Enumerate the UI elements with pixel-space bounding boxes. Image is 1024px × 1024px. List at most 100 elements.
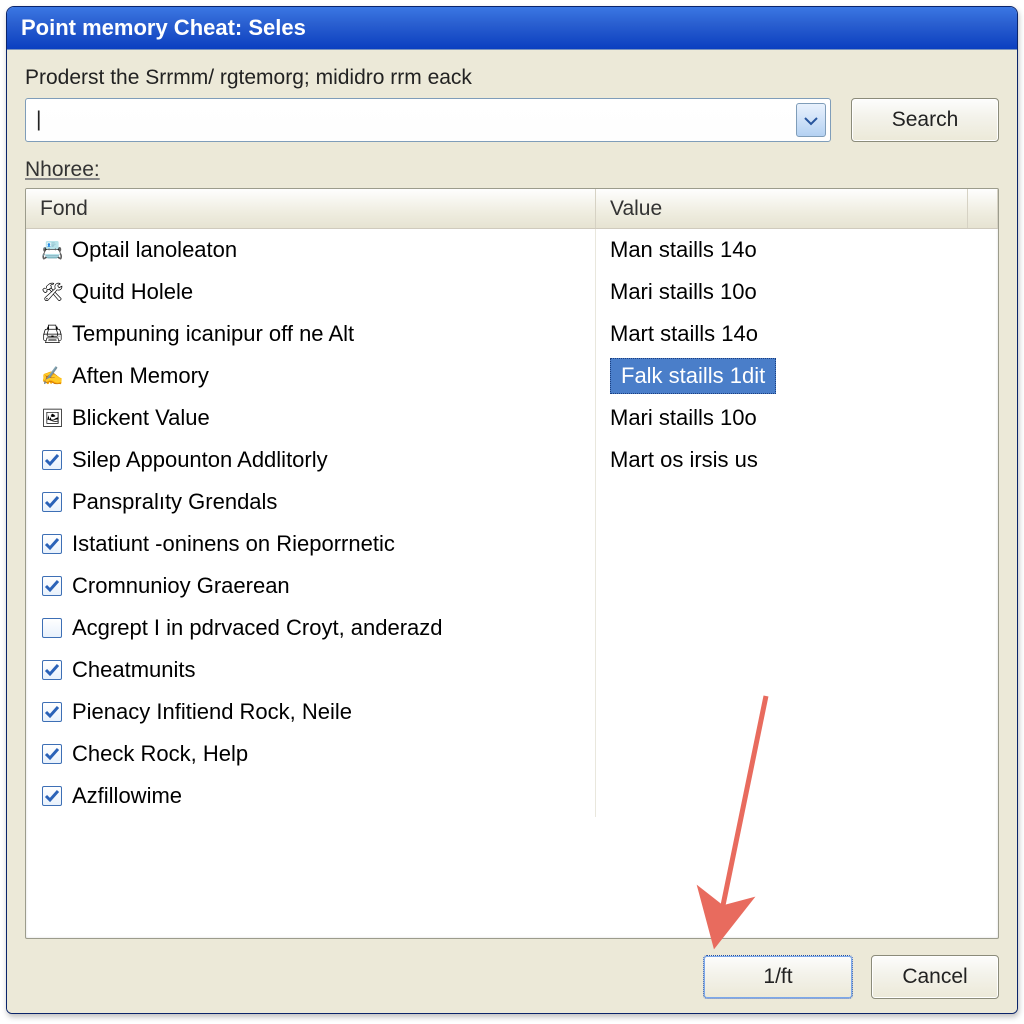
checkbox-checked-icon[interactable] bbox=[42, 702, 62, 722]
list-row[interactable]: Istatiunt -oninens on Rieporrnetic bbox=[26, 523, 998, 565]
row-label: Silep Appounton Addlitorly bbox=[72, 447, 328, 473]
row-checkbox[interactable] bbox=[40, 616, 64, 640]
cell-fond: Check Rock, Help bbox=[26, 733, 596, 775]
printer-icon: 🖨 bbox=[40, 322, 64, 346]
list-header: Fond Value bbox=[26, 189, 998, 229]
titlebar[interactable]: Point memory Cheat: Seles bbox=[7, 7, 1017, 49]
column-header-value-label: Value bbox=[610, 197, 662, 221]
cell-value bbox=[596, 481, 998, 523]
client-area: Proderst the Srrmm/ rgtemorg; mididro rr… bbox=[7, 49, 1017, 1013]
row-label: Cheatmunits bbox=[72, 657, 196, 683]
list-row[interactable]: 🛠 Quitd Holele Mari staills 10o bbox=[26, 271, 998, 313]
list-row[interactable]: Panspralıty Grendals bbox=[26, 481, 998, 523]
list-row[interactable]: 🖼 Blickent Value Mari staills 10o bbox=[26, 397, 998, 439]
list-row[interactable]: Azfillowime bbox=[26, 775, 998, 817]
row-checkbox[interactable] bbox=[40, 700, 64, 724]
row-label: Azfillowime bbox=[72, 783, 182, 809]
cell-value bbox=[596, 691, 998, 733]
cell-fond: Cheatmunits bbox=[26, 649, 596, 691]
row-checkbox[interactable] bbox=[40, 784, 64, 808]
search-button-label: Search bbox=[892, 108, 959, 132]
column-header-fond[interactable]: Fond bbox=[26, 189, 596, 228]
row-label: Optail lanoleaton bbox=[72, 237, 237, 263]
window-title: Point memory Cheat: Seles bbox=[21, 15, 306, 41]
checkbox-checked-icon[interactable] bbox=[42, 744, 62, 764]
row-checkbox[interactable] bbox=[40, 490, 64, 514]
cell-fond: Pienacy Infitiend Rock, Neile bbox=[26, 691, 596, 733]
cell-fond: Istatiunt -oninens on Rieporrnetic bbox=[26, 523, 596, 565]
cell-value: Mari staills 10o bbox=[596, 271, 998, 313]
row-value: Man staills 14o bbox=[610, 237, 757, 263]
column-header-fond-label: Fond bbox=[40, 197, 88, 221]
cell-fond: Panspralıty Grendals bbox=[26, 481, 596, 523]
list-row[interactable]: 🖨Tempuning icanipur off ne AltMart stail… bbox=[26, 313, 998, 355]
cell-value: Man staills 14o bbox=[596, 229, 998, 271]
row-value: Mari staills 10o bbox=[610, 405, 757, 431]
list-row[interactable]: Acgrept I in pdrvaced Croyt, anderazd bbox=[26, 607, 998, 649]
list-row[interactable]: Silep Appounton Addlitorly Mart os irsis … bbox=[26, 439, 998, 481]
row-label: Blickent Value bbox=[72, 405, 210, 431]
checkbox-checked-icon[interactable] bbox=[42, 576, 62, 596]
row-checkbox[interactable] bbox=[40, 658, 64, 682]
list-row[interactable]: Cheatmunits bbox=[26, 649, 998, 691]
hand-icon: ✍ bbox=[41, 365, 63, 387]
list-row[interactable]: ✍ Aften Memory Falk staills 1dit bbox=[26, 355, 998, 397]
list-row[interactable]: Check Rock, Help bbox=[26, 733, 998, 775]
checkbox-unchecked-icon[interactable] bbox=[42, 618, 62, 638]
list-row[interactable]: 📇 Optail lanoleaton Man staills 14o bbox=[26, 229, 998, 271]
results-label: Nhoree: bbox=[25, 158, 999, 182]
cell-value: Mari staills 10o bbox=[596, 397, 998, 439]
search-input[interactable] bbox=[41, 108, 796, 132]
cell-value: Mart os irsis us bbox=[596, 439, 998, 481]
checkbox-checked-icon[interactable] bbox=[42, 660, 62, 680]
list-row[interactable]: Cromnunioy Graerean bbox=[26, 565, 998, 607]
cell-fond: 🛠 Quitd Holele bbox=[26, 271, 596, 313]
checkbox-checked-icon[interactable] bbox=[42, 786, 62, 806]
column-header-value[interactable]: Value bbox=[596, 189, 968, 228]
cell-value bbox=[596, 775, 998, 817]
picture-icon: 🖼 bbox=[40, 406, 64, 430]
row-checkbox[interactable] bbox=[40, 574, 64, 598]
row-checkbox[interactable] bbox=[40, 448, 64, 472]
row-label: Quitd Holele bbox=[72, 279, 193, 305]
cell-value bbox=[596, 733, 998, 775]
row-value: Falk staills 1dit bbox=[610, 358, 776, 394]
row-value: Mart os irsis us bbox=[610, 447, 758, 473]
cell-fond: Acgrept I in pdrvaced Croyt, anderazd bbox=[26, 607, 596, 649]
cancel-button-label: Cancel bbox=[902, 965, 967, 989]
row-checkbox[interactable] bbox=[40, 532, 64, 556]
dialog-footer: 1/ft Cancel bbox=[25, 939, 999, 999]
search-button[interactable]: Search bbox=[851, 98, 999, 142]
row-label: Cromnunioy Graerean bbox=[72, 573, 290, 599]
ok-button[interactable]: 1/ft bbox=[703, 955, 853, 999]
tool-icon: 🛠 bbox=[40, 280, 64, 304]
row-label: Acgrept I in pdrvaced Croyt, anderazd bbox=[72, 615, 443, 641]
cell-value: Mart staills 14o bbox=[596, 313, 998, 355]
list-body[interactable]: 📇 Optail lanoleaton Man staills 14o 🛠 Quitd … bbox=[26, 229, 998, 938]
list-row[interactable]: Pienacy Infitiend Rock, Neile bbox=[26, 691, 998, 733]
column-header-tail bbox=[968, 189, 998, 228]
row-checkbox[interactable] bbox=[40, 742, 64, 766]
chevron-down-icon bbox=[804, 108, 818, 132]
cell-value: Falk staills 1dit bbox=[596, 355, 998, 397]
row-value: Mari staills 10o bbox=[610, 279, 757, 305]
dropdown-button[interactable] bbox=[796, 103, 826, 137]
cell-fond: 🖨Tempuning icanipur off ne Alt bbox=[26, 313, 596, 355]
search-row: | Search bbox=[25, 98, 999, 142]
cell-fond: 📇 Optail lanoleaton bbox=[26, 229, 596, 271]
cell-fond: Cromnunioy Graerean bbox=[26, 565, 596, 607]
checkbox-checked-icon[interactable] bbox=[42, 534, 62, 554]
picture-icon: 🖼 bbox=[41, 407, 63, 429]
hand-icon: ✍ bbox=[40, 364, 64, 388]
cancel-button[interactable]: Cancel bbox=[871, 955, 999, 999]
row-label: Aften Memory bbox=[72, 363, 209, 389]
search-combo[interactable]: | bbox=[25, 98, 831, 142]
cell-value bbox=[596, 565, 998, 607]
checkbox-checked-icon[interactable] bbox=[42, 450, 62, 470]
results-list: Fond Value 📇 Optail lanoleaton Man staills… bbox=[25, 188, 999, 939]
row-label: Check Rock, Help bbox=[72, 741, 248, 767]
checkbox-checked-icon[interactable] bbox=[42, 492, 62, 512]
cell-value bbox=[596, 523, 998, 565]
cell-fond: 🖼 Blickent Value bbox=[26, 397, 596, 439]
app-blue-icon: 📇 bbox=[41, 239, 63, 261]
